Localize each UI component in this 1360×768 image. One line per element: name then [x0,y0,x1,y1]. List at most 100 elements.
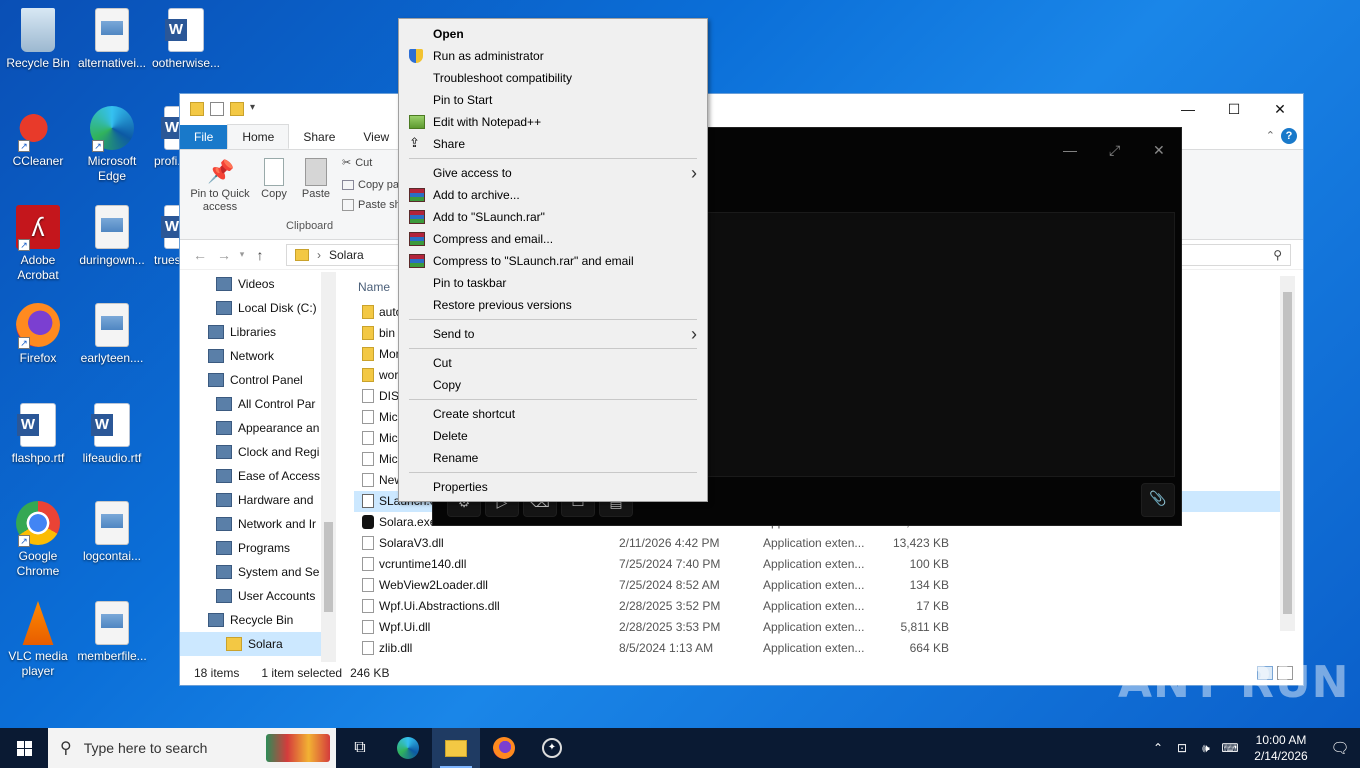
nav-item[interactable]: Videos [180,272,336,296]
desktop-icon-file[interactable]: W lifeaudio.rtf [74,403,150,466]
nav-item[interactable]: Ease of Access [180,464,336,488]
desktop-icon-file[interactable]: W ootherwise... [148,8,224,71]
desktop-icon-file[interactable]: duringown... [74,205,150,268]
desktop-icon-file[interactable]: alternativei... [74,8,150,71]
pin-quick-access-button[interactable]: 📌 Pin to Quick access [188,158,252,214]
nav-item[interactable]: Clock and Regi [180,440,336,464]
context-menu-item[interactable]: Rename [399,447,707,469]
tab-home[interactable]: Home [227,124,290,149]
file-row[interactable]: vcruntime140.dll 7/25/2024 7:40 PM Applica… [354,554,1294,575]
desktop-icon-file[interactable]: W flashpo.rtf [0,403,76,466]
cut-button[interactable]: ✂ Cut [342,154,372,172]
close-button[interactable]: ✕ [1257,94,1303,124]
context-menu-item[interactable]: Give access to › [399,162,707,184]
taskbar-edge[interactable] [384,728,432,768]
up-button[interactable]: ↑ [248,247,272,263]
nav-item[interactable]: Libraries [180,320,336,344]
context-menu-item[interactable]: Create shortcut [399,403,707,425]
context-menu-item[interactable]: Open [399,23,707,45]
forward-button[interactable]: → [212,247,236,263]
desktop-icon-acrobat[interactable]: ʎ ↗ Adobe Acrobat [0,205,76,283]
desktop-icon-chrome[interactable]: ↗ Google Chrome [0,501,76,579]
back-button[interactable]: ← [188,247,212,263]
minimize-button[interactable]: — [1165,94,1211,124]
tab-share[interactable]: Share [289,125,349,149]
context-menu-item[interactable]: Restore previous versions [399,294,707,316]
paste-button[interactable]: Paste [298,158,334,201]
scrollbar-thumb[interactable] [324,522,333,612]
file-row[interactable]: zlib.dll 8/5/2024 1:13 AM Application exte… [354,638,1294,659]
context-menu-item[interactable]: Compress to "SLaunch.rar" and email [399,250,707,272]
breadcrumb-solara[interactable]: Solara [329,248,364,262]
desktop-icon-file[interactable]: earlyteen.... [74,303,150,366]
desktop-icon-ccleaner[interactable]: ↗ CCleaner [0,106,76,169]
nav-item[interactable]: Recycle Bin [180,608,336,632]
network-icon[interactable]: ⊡ [1170,741,1194,755]
tab-view[interactable]: View [349,125,403,149]
desktop-icon-file[interactable]: memberfile... [74,601,150,664]
nav-item[interactable]: Network [180,344,336,368]
nav-item[interactable]: Hardware and [180,488,336,512]
taskbar-search-box[interactable]: ⚲ Type here to search [48,728,336,768]
context-menu-item[interactable]: Pin to taskbar [399,272,707,294]
chevron-down-icon[interactable]: ▾ [250,102,264,116]
scrollbar-thumb[interactable] [1283,292,1292,614]
taskbar-file-explorer[interactable] [432,728,480,768]
editor-panel[interactable] [683,212,1175,477]
nav-item[interactable]: System and Se [180,560,336,584]
nav-item[interactable]: Control Panel [180,368,336,392]
nav-item[interactable]: All Control Par [180,392,336,416]
context-menu-item[interactable]: Run as administrator [399,45,707,67]
copy-button[interactable]: Copy [256,158,292,201]
minimize-button[interactable]: — [1063,142,1077,158]
file-row[interactable]: WebView2Loader.dll 7/25/2024 8:52 AM Appli… [354,575,1294,596]
task-view-button[interactable]: ⧉ [336,728,384,768]
desktop-icon-firefox[interactable]: ↗ Firefox [0,303,76,366]
context-menu-item[interactable]: Add to archive... [399,184,707,206]
nav-item[interactable]: User Accounts [180,584,336,608]
clock[interactable]: 10:00 AM 2/14/2026 [1242,732,1320,764]
context-menu-item[interactable]: Add to "SLaunch.rar" [399,206,707,228]
properties-icon[interactable] [210,102,224,116]
file-list-scrollbar[interactable] [1280,276,1295,631]
context-menu-item[interactable]: Troubleshoot compatibility [399,67,707,89]
context-menu-item[interactable]: Delete [399,425,707,447]
copy-path-button[interactable]: Copy pa [342,176,399,194]
file-row[interactable]: Wpf.Ui.Abstractions.dll 2/28/2025 3:52 PM… [354,596,1294,617]
folder-icon[interactable] [190,102,204,116]
help-icon[interactable]: ? [1281,128,1297,144]
context-menu-item[interactable]: Pin to Start [399,89,707,111]
nav-scrollbar[interactable] [321,272,336,662]
new-folder-icon[interactable] [230,102,244,116]
chevron-up-icon[interactable]: ⌃ [1266,129,1275,142]
taskbar-solara[interactable]: ✦ [528,728,576,768]
nav-item[interactable]: Network and Ir [180,512,336,536]
nav-item[interactable]: Solara [180,632,336,656]
desktop-icon-edge[interactable]: ↗ Microsoft Edge [74,106,150,184]
context-menu-item[interactable]: Edit with Notepad++ [399,111,707,133]
file-row[interactable]: SolaraV3.dll 2/11/2026 4:42 PM Application… [354,533,1294,554]
chevron-up-icon[interactable]: ⌃ [1146,741,1170,755]
paste-shortcut-button[interactable]: Paste sh [342,196,401,214]
maximize-button[interactable]: ☐ [1211,94,1257,124]
desktop-icon-recycle-bin[interactable]: Recycle Bin [0,8,76,71]
nav-item[interactable]: Programs [180,536,336,560]
close-button[interactable]: ✕ [1153,142,1165,159]
recent-locations-button[interactable]: ▾ [236,249,248,260]
volume-icon[interactable]: 🕪 [1194,741,1218,756]
tab-file[interactable]: File [180,125,228,149]
nav-item[interactable]: Appearance an [180,416,336,440]
notification-icon[interactable]: 🗨 [1320,739,1360,757]
input-icon[interactable]: ⌨ [1218,741,1242,755]
context-menu-item[interactable]: ⇪ Share [399,133,707,155]
context-menu-item[interactable]: Cut [399,352,707,374]
file-row[interactable]: Wpf.Ui.dll 2/28/2025 3:53 PM Application e… [354,617,1294,638]
desktop-icon-vlc[interactable]: VLC media player [0,601,76,679]
expand-icon[interactable]: ⤢ [1109,142,1120,159]
nav-item[interactable]: Local Disk (C:) [180,296,336,320]
context-menu-item[interactable]: Compress and email... [399,228,707,250]
start-button[interactable] [0,728,48,768]
context-menu-item[interactable]: Copy [399,374,707,396]
context-menu-item[interactable]: Send to › [399,323,707,345]
paperclip-icon[interactable]: 📎 [1141,483,1175,517]
